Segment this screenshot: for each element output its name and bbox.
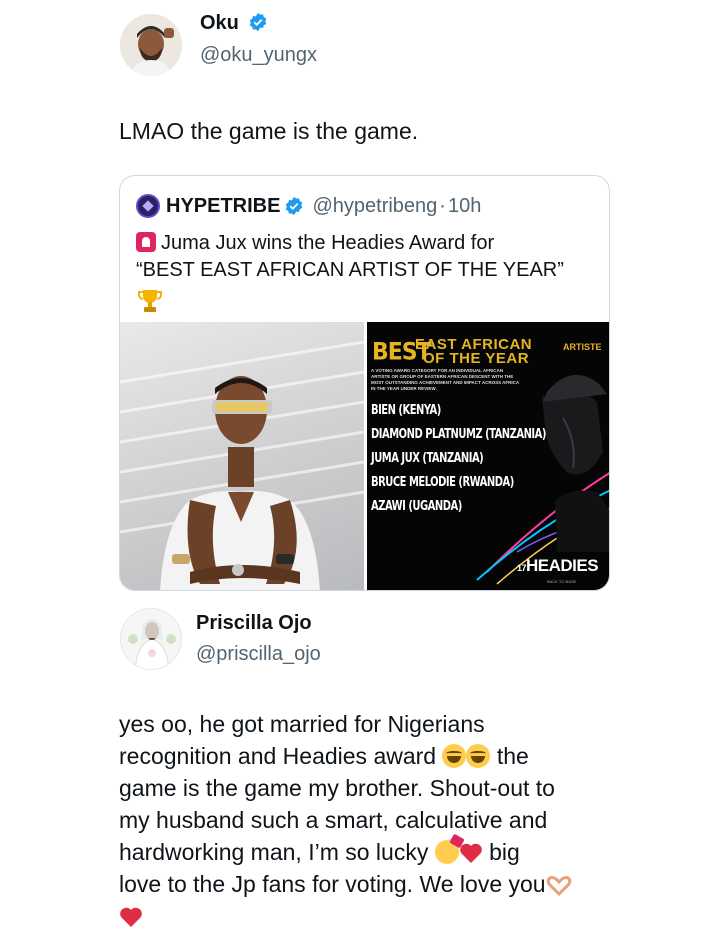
red-heart-icon [459,843,482,863]
tweet-text: LMAO the game is the game. [119,118,419,144]
reply-line: my husband such a smart, calculative and [119,807,548,833]
reply-line [119,900,619,932]
reply-line: hardworking man, I’m so lucky big [119,836,619,868]
reply-line-text: recognition and Headies award [119,743,437,769]
tweet-author-handle[interactable]: @oku_yungx [200,44,317,67]
quoted-tweet-header: HYPETRIBE @hypetribeng · 10h [136,194,481,218]
reply-line-text: big [489,839,520,865]
avatar-oku[interactable] [120,14,182,76]
heart-hands-icon [546,876,571,896]
reply-line: game is the game my brother. Shout-out t… [119,775,555,801]
avatar-oku-image [120,14,182,76]
laughing-tears-icon [466,744,491,768]
headies-logo-sub: BACK TO BASE [547,579,577,584]
nominee-item: JUMA JUX (TANZANIA) [371,450,484,466]
laughing-tears-icon [442,744,467,768]
avatar-priscilla-image [121,609,181,669]
quoted-author-name[interactable]: HYPETRIBE [166,195,280,218]
headies-logo-text: HEADIES [526,556,599,575]
poster-artiste: ARTISTE [563,342,602,352]
artist-photo[interactable] [120,322,364,590]
avatar-priscilla[interactable] [120,608,182,670]
party-face-icon [434,840,459,864]
reply-line-text: love to the Jp fans for voting. We love … [119,871,546,897]
artist-photo-image [120,340,364,590]
quoted-text-line2: “BEST EAST AFRICAN ARTIST OF THE YEAR” [136,259,564,281]
nominee-item: DIAMOND PLATNUMZ (TANZANIA) [371,426,546,442]
reply-tweet-text: yes oo, he got married for Nigerians rec… [119,708,619,932]
reply-author-handle[interactable]: @priscilla_ojo [196,643,321,666]
award-poster[interactable]: BEST EAST AFRICAN OF THE YEAR ARTISTE A … [367,322,609,590]
quoted-text-line1: Juma Jux wins the Headies Award for [161,232,495,254]
reply-line-text: hardworking man, I’m so lucky [119,839,429,865]
nominee-item: BIEN (KENYA) [371,402,441,418]
poster-description: A voting award category for an individua… [371,368,519,391]
hypetribe-avatar[interactable] [136,194,160,218]
headies-logo: 17HEADIES [517,556,599,576]
reply-author-name[interactable]: Priscilla Ojo [196,612,312,635]
quoted-timestamp[interactable]: 10h [448,195,481,218]
quoted-tweet-text: Juma Jux wins the Headies Award for “BES… [136,230,596,284]
verified-badge-icon [250,12,267,32]
reply-line: love to the Jp fans for voting. We love … [119,868,619,900]
nominee-item: BRUCE MELODIE (RWANDA) [371,474,514,490]
time-separator: · [439,194,446,217]
tweet-author-name-text: Oku [200,12,239,34]
red-heart-icon [120,907,142,927]
reply-line: yes oo, he got married for Nigerians [119,711,485,737]
verified-badge-icon [286,196,303,216]
nominee-item: AZAWI (UGANDA) [371,498,462,514]
headies-logo-number: 17 [517,563,527,573]
reply-line-text: the [496,743,529,769]
quoted-author-handle[interactable]: @hypetribeng [312,195,437,218]
reply-line: recognition and Headies award the [119,740,619,772]
nominee-list: BIEN (KENYA) DIAMOND PLATNUMZ (TANZANIA)… [371,398,584,518]
tweet-author-name[interactable]: Oku [200,12,268,35]
quoted-tweet-card[interactable]: HYPETRIBE @hypetribeng · 10h Juma Jux wi… [119,175,610,591]
poster-of-the-year: OF THE YEAR [423,350,530,367]
rotating-light-icon [136,232,156,252]
trophy-icon [138,290,162,312]
